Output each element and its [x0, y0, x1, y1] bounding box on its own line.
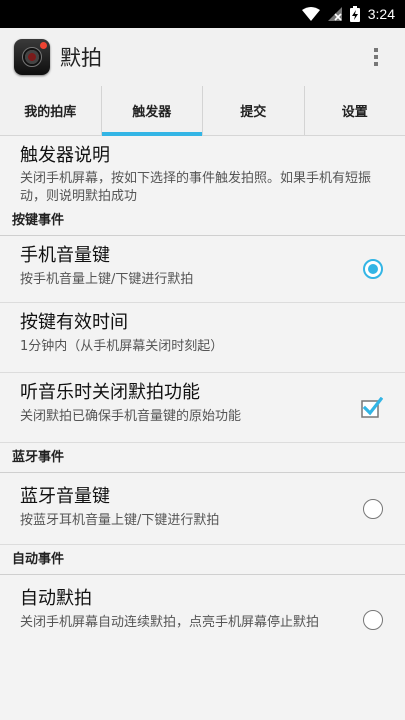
wifi-icon — [301, 7, 320, 21]
tab-my-library[interactable]: 我的拍库 — [0, 86, 102, 135]
music-off-checkbox[interactable] — [361, 396, 383, 419]
status-time: 3:24 — [367, 6, 395, 22]
pref-music-off[interactable]: 听音乐时关闭默拍功能 关闭默拍已确保手机音量键的原始功能 — [0, 373, 405, 443]
pref-title: 手机音量键 — [20, 245, 110, 266]
tab-trigger[interactable]: 触发器 — [101, 86, 203, 136]
overflow-menu-icon[interactable] — [373, 48, 379, 69]
category-auto-events: 自动事件 — [0, 545, 405, 575]
pref-summary: 按手机音量上键/下键进行默拍 — [20, 272, 194, 287]
pref-title: 蓝牙音量键 — [20, 486, 110, 507]
pref-title: 按键有效时间 — [20, 312, 128, 333]
pref-volume-key[interactable]: 手机音量键 按手机音量上键/下键进行默拍 — [0, 236, 405, 303]
auto-shot-radio[interactable] — [363, 610, 383, 630]
pref-auto-shot[interactable]: 自动默拍 关闭手机屏幕自动连续默拍，点亮手机屏幕停止默拍 — [0, 575, 405, 665]
category-key-events: 按键事件 — [0, 206, 405, 236]
preference-list: 触发器说明 关闭手机屏幕，按如下选择的事件触发拍照。如果手机有短振动，则说明默拍… — [0, 136, 405, 665]
pref-key-valid-time[interactable]: 按键有效时间 1分钟内（从手机屏幕关闭时刻起） — [0, 303, 405, 373]
intro-title: 触发器说明 — [20, 145, 110, 166]
status-bar: 3:24 — [0, 0, 405, 28]
pref-summary: 关闭默拍已确保手机音量键的原始功能 — [20, 409, 242, 424]
category-bluetooth-events: 蓝牙事件 — [0, 443, 405, 473]
battery-charging-icon — [349, 6, 360, 22]
tab-submit[interactable]: 提交 — [203, 86, 305, 135]
no-signal-icon — [327, 7, 342, 21]
intro-summary: 关闭手机屏幕，按如下选择的事件触发拍照。如果手机有短振动，则说明默拍成功 — [20, 171, 372, 204]
pref-summary: 按蓝牙耳机音量上键/下键进行默拍 — [20, 513, 220, 528]
trigger-intro: 触发器说明 关闭手机屏幕，按如下选择的事件触发拍照。如果手机有短振动，则说明默拍… — [0, 136, 405, 206]
pref-summary: 1分钟内（从手机屏幕关闭时刻起） — [20, 339, 224, 354]
pref-title: 听音乐时关闭默拍功能 — [20, 382, 200, 403]
app-title: 默拍 — [60, 46, 102, 70]
app-logo-icon[interactable] — [14, 39, 50, 75]
pref-summary: 关闭手机屏幕自动连续默拍，点亮手机屏幕停止默拍 — [20, 615, 320, 630]
tab-settings[interactable]: 设置 — [305, 86, 405, 135]
tab-bar: 我的拍库 触发器 提交 设置 — [0, 86, 405, 136]
volume-key-radio[interactable] — [363, 259, 383, 279]
pref-title: 自动默拍 — [20, 588, 92, 609]
bluetooth-volume-radio[interactable] — [363, 498, 383, 519]
app-bar: 默拍 — [0, 28, 405, 86]
pref-bluetooth-volume[interactable]: 蓝牙音量键 按蓝牙耳机音量上键/下键进行默拍 — [0, 473, 405, 545]
